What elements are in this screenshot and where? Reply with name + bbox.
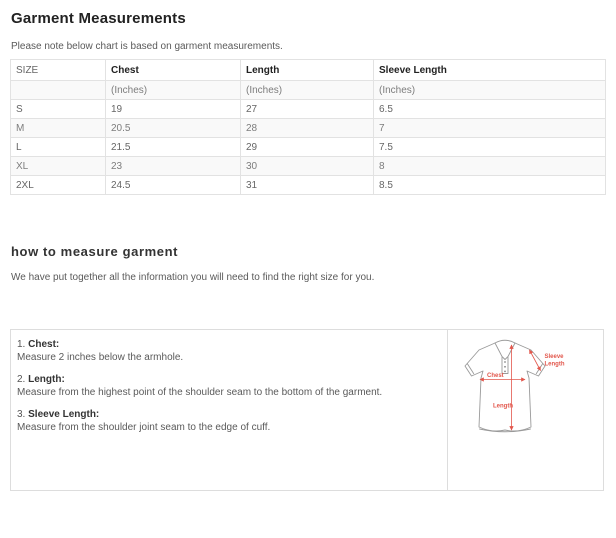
measurement-labels: Sleeve Length Chest Length [487,354,565,410]
table-row: 2XL24.5318.5 [11,176,606,195]
page-title: Garment Measurements [11,10,606,27]
table-cell: S [11,100,106,119]
measurement-annotations [480,345,541,430]
column-header-length: Length [241,60,374,81]
table-row: (Inches)(Inches)(Inches) [11,81,606,100]
step-description: Measure 2 inches below the armhole. [17,351,435,364]
measure-step-heading: 3. Sleeve Length: [17,408,435,421]
garment-diagram: Sleeve Length Chest Length [448,330,603,490]
table-cell: 6.5 [374,100,606,119]
measure-step-heading: 1. Chest: [17,338,435,351]
table-cell: 8 [374,157,606,176]
size-table-header-row: SIZE Chest Length Sleeve Length [11,60,606,81]
step-description: Measure from the shoulder joint seam to … [17,421,435,434]
measure-step: 2. Length:Measure from the highest point… [17,373,435,399]
table-cell: 31 [241,176,374,195]
sleeve-length-label-line1: Sleeve [545,354,565,360]
table-cell: XL [11,157,106,176]
table-cell: 7.5 [374,138,606,157]
page: Garment Measurements Please note below c… [0,10,616,491]
table-cell: (Inches) [374,81,606,100]
step-label: Sleeve Length: [28,409,99,420]
measure-section-title: how to measure garment [11,244,606,259]
table-cell: L [11,138,106,157]
table-cell: 24.5 [106,176,241,195]
step-description: Measure from the highest point of the sh… [17,386,435,399]
step-label: Length: [28,374,65,385]
column-header-chest: Chest [106,60,241,81]
step-label: Chest: [28,339,59,350]
step-number: 3. [17,409,28,420]
measure-step-heading: 2. Length: [17,373,435,386]
measure-box: 1. Chest:Measure 2 inches below the armh… [10,329,604,491]
length-label: Length [493,404,513,410]
step-number: 2. [17,374,28,385]
size-table-body: (Inches)(Inches)(Inches)S19276.5M20.5287… [11,81,606,195]
table-cell: 30 [241,157,374,176]
table-cell: 7 [374,119,606,138]
table-cell: 20.5 [106,119,241,138]
sleeve-length-label-line2: Length [545,362,565,368]
shirt-outline [465,340,545,432]
table-row: XL23308 [11,157,606,176]
table-cell: 8.5 [374,176,606,195]
sleeve-measure-line [530,350,541,371]
chart-note: Please note below chart is based on garm… [11,41,606,52]
table-cell: 2XL [11,176,106,195]
column-header-sleeve-length: Sleeve Length [374,60,606,81]
table-cell: 27 [241,100,374,119]
column-header-size: SIZE [11,60,106,81]
polo-shirt-illustration: Sleeve Length Chest Length [448,330,603,480]
table-cell: (Inches) [241,81,374,100]
chest-label: Chest [487,373,504,379]
measure-step: 3. Sleeve Length:Measure from the should… [17,408,435,434]
table-cell: (Inches) [106,81,241,100]
table-cell [11,81,106,100]
measure-section-intro: We have put together all the information… [11,272,606,283]
table-cell: M [11,119,106,138]
size-table: SIZE Chest Length Sleeve Length (Inches)… [10,59,606,195]
table-row: L21.5297.5 [11,138,606,157]
table-row: S19276.5 [11,100,606,119]
table-cell: 29 [241,138,374,157]
table-row: M20.5287 [11,119,606,138]
table-cell: 21.5 [106,138,241,157]
table-cell: 19 [106,100,241,119]
measure-step: 1. Chest:Measure 2 inches below the armh… [17,338,435,364]
measure-steps: 1. Chest:Measure 2 inches below the armh… [11,330,448,490]
step-number: 1. [17,339,28,350]
table-cell: 23 [106,157,241,176]
table-cell: 28 [241,119,374,138]
